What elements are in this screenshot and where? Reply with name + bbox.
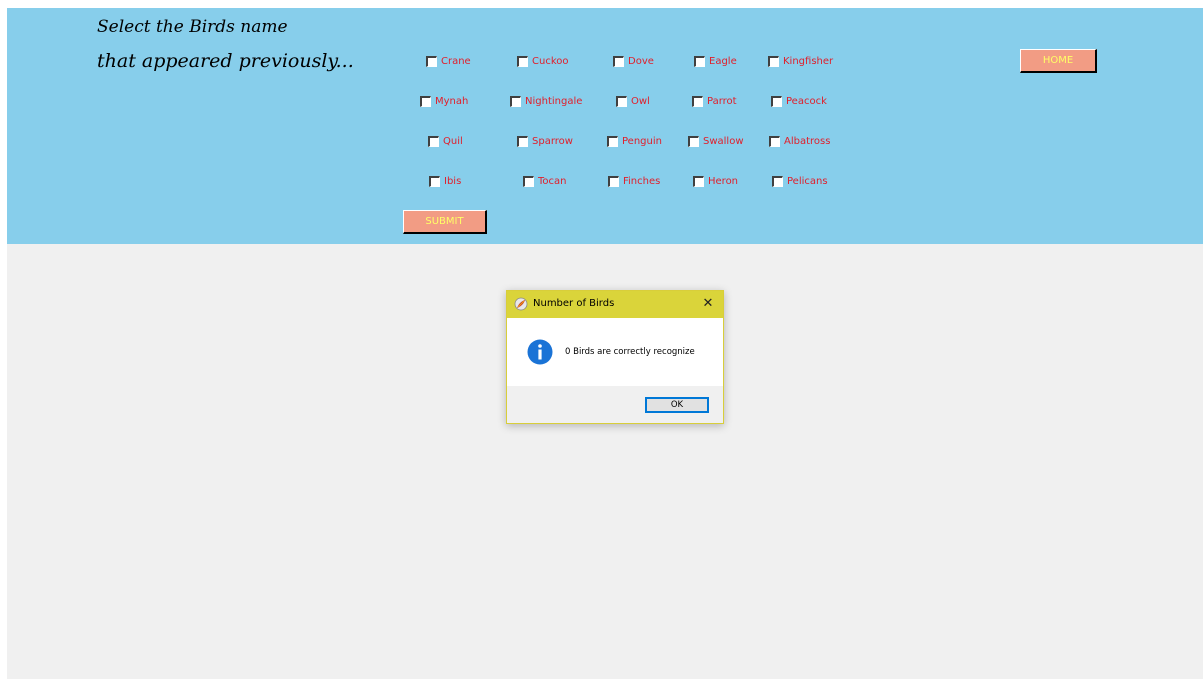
- checkbox-label: Albatross: [784, 135, 831, 147]
- checkbox-label: Eagle: [709, 55, 737, 67]
- dialog-body: 0 Birds are correctly recognize: [507, 318, 723, 386]
- checkbox-box[interactable]: [616, 95, 627, 107]
- checkbox-box[interactable]: [771, 95, 782, 107]
- checkbox-box[interactable]: [772, 175, 783, 187]
- checkbox-label: Kingfisher: [783, 55, 834, 67]
- checkbox-label: Ibis: [444, 175, 462, 187]
- checkbox-dove[interactable]: Dove: [613, 54, 654, 68]
- checkbox-box[interactable]: [693, 175, 704, 187]
- checkbox-box[interactable]: [694, 55, 705, 67]
- dialog-message: 0 Birds are correctly recognize: [565, 347, 695, 357]
- checkbox-crane[interactable]: Crane: [426, 54, 471, 68]
- checkbox-box[interactable]: [510, 95, 521, 107]
- checkbox-box[interactable]: [607, 135, 618, 147]
- checkbox-label: Swallow: [703, 135, 744, 147]
- checkbox-box[interactable]: [688, 135, 699, 147]
- checkbox-box[interactable]: [517, 135, 528, 147]
- checkbox-ibis[interactable]: Ibis: [429, 174, 461, 188]
- checkbox-quil[interactable]: Quil: [428, 134, 463, 148]
- checkbox-label: Pelicans: [787, 175, 828, 187]
- checkbox-tocan[interactable]: Tocan: [523, 174, 567, 188]
- checkbox-box[interactable]: [768, 55, 779, 67]
- checkbox-owl[interactable]: Owl: [616, 94, 650, 108]
- checkbox-box[interactable]: [426, 55, 437, 67]
- checkbox-mynah[interactable]: Mynah: [420, 94, 468, 108]
- selection-panel: Select the Birds name that appeared prev…: [7, 8, 1203, 244]
- heading-line-1: Select the Birds name: [97, 17, 288, 37]
- dialog-titlebar[interactable]: Number of Birds ✕: [507, 291, 723, 318]
- checkbox-swallow[interactable]: Swallow: [688, 134, 744, 148]
- checkbox-label: Cuckoo: [532, 55, 569, 67]
- checkbox-label: Quil: [443, 135, 463, 147]
- checkbox-label: Peacock: [786, 95, 827, 107]
- heading-line-2: that appeared previously...: [97, 50, 354, 72]
- checkbox-box[interactable]: [523, 175, 534, 187]
- checkbox-nightingale[interactable]: Nightingale: [510, 94, 582, 108]
- checkbox-eagle[interactable]: Eagle: [694, 54, 737, 68]
- checkbox-kingfisher[interactable]: Kingfisher: [768, 54, 833, 68]
- checkbox-label: Crane: [441, 55, 471, 67]
- checkbox-label: Owl: [631, 95, 650, 107]
- checkbox-cuckoo[interactable]: Cuckoo: [517, 54, 569, 68]
- checkbox-box[interactable]: [420, 95, 431, 107]
- checkbox-peacock[interactable]: Peacock: [771, 94, 827, 108]
- checkbox-heron[interactable]: Heron: [693, 174, 738, 188]
- checkbox-box[interactable]: [769, 135, 780, 147]
- checkbox-label: Nightingale: [525, 95, 583, 107]
- checkbox-label: Parrot: [707, 95, 737, 107]
- close-icon[interactable]: ✕: [699, 295, 717, 313]
- message-dialog: Number of Birds ✕ 0 Birds are correctly …: [506, 290, 724, 424]
- checkbox-finches[interactable]: Finches: [608, 174, 660, 188]
- checkbox-albatross[interactable]: Albatross: [769, 134, 830, 148]
- checkbox-box[interactable]: [608, 175, 619, 187]
- checkbox-box[interactable]: [429, 175, 440, 187]
- checkbox-label: Dove: [628, 55, 654, 67]
- ok-button[interactable]: OK: [645, 397, 709, 413]
- info-icon: [527, 339, 553, 365]
- checkbox-box[interactable]: [613, 55, 624, 67]
- checkbox-sparrow[interactable]: Sparrow: [517, 134, 573, 148]
- checkbox-box[interactable]: [428, 135, 439, 147]
- submit-button[interactable]: SUBMIT: [403, 210, 487, 234]
- home-button[interactable]: HOME: [1020, 49, 1097, 73]
- checkbox-box[interactable]: [692, 95, 703, 107]
- app-feather-icon: [514, 297, 528, 311]
- dialog-title: Number of Birds: [533, 298, 615, 309]
- checkbox-penguin[interactable]: Penguin: [607, 134, 662, 148]
- checkbox-pelicans[interactable]: Pelicans: [772, 174, 828, 188]
- checkbox-label: Finches: [623, 175, 661, 187]
- checkbox-label: Sparrow: [532, 135, 573, 147]
- checkbox-label: Tocan: [538, 175, 567, 187]
- checkbox-label: Heron: [708, 175, 739, 187]
- checkbox-label: Mynah: [435, 95, 469, 107]
- checkbox-box[interactable]: [517, 55, 528, 67]
- checkbox-label: Penguin: [622, 135, 662, 147]
- checkbox-parrot[interactable]: Parrot: [692, 94, 737, 108]
